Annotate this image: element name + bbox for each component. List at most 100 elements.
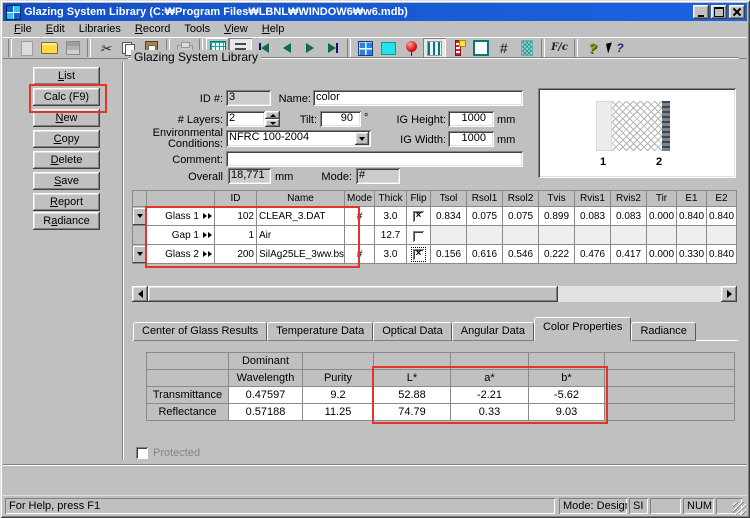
minimize-button[interactable] [693, 5, 709, 19]
name-field[interactable]: color [313, 90, 523, 106]
mode-field: # [356, 168, 400, 184]
toolbar-separator [8, 39, 12, 57]
toolbar-separator [574, 39, 578, 57]
id-field[interactable]: 3 [226, 90, 271, 106]
id-label: ID #: [161, 92, 223, 106]
scroll-right-button[interactable] [721, 286, 737, 302]
expander-icon[interactable] [202, 230, 212, 241]
toolbar-separator [541, 39, 545, 57]
toolbar-divider-button[interactable]: # [492, 38, 515, 58]
preview-label-2: 2 [656, 156, 662, 168]
new-button[interactable]: New [33, 109, 100, 127]
tab-color-properties[interactable]: Color Properties [534, 317, 631, 341]
expander-icon[interactable] [202, 211, 212, 222]
tilt-field[interactable]: 90 [320, 111, 361, 127]
up-arrow-icon [270, 114, 276, 117]
expander-icon[interactable] [202, 249, 212, 260]
overall-field: 18,771 [228, 168, 271, 184]
toolbar-temp-units-button[interactable]: F/c [548, 38, 571, 58]
list-button[interactable]: List [33, 67, 100, 85]
row-dropdown-button[interactable] [133, 246, 146, 263]
close-button[interactable] [729, 5, 745, 19]
protected-label: Protected [153, 446, 200, 460]
ig-width-field[interactable]: 1000 [448, 131, 494, 147]
mode-label: Mode: [318, 170, 352, 184]
menu-view[interactable]: View [217, 22, 255, 36]
glazing-layers-icon [427, 41, 442, 56]
toolbar-help-button[interactable]: ? [581, 38, 604, 58]
layers-grid-header: ID Name Mode Thick Flip Tsol Rsol1 Rsol2… [133, 191, 737, 207]
menu-libraries[interactable]: Libraries [72, 22, 128, 36]
close-icon [733, 8, 741, 16]
menu-help[interactable]: Help [255, 22, 292, 36]
ig-width-unit: mm [497, 133, 515, 147]
save-button[interactable]: Save [33, 172, 100, 190]
color-properties-table: Dominant Wavelength Purity L* a* b* Tran… [146, 352, 735, 421]
toolbar: ✂ # F/c ? ? [3, 37, 747, 59]
new-document-icon [21, 41, 33, 56]
status-panel-empty1 [650, 498, 681, 514]
thermometer-icon [455, 40, 461, 56]
toolbar-optics-button[interactable] [400, 38, 423, 58]
temp-units-icon: F/c [551, 43, 568, 53]
calc-button[interactable]: Calc (F9) [33, 88, 100, 106]
menu-tools[interactable]: Tools [177, 22, 217, 36]
tab-optical-data[interactable]: Optical Data [373, 322, 452, 341]
flip-checkbox[interactable] [413, 231, 424, 242]
window-title: Glazing System Library (C:₩Program Files… [24, 6, 693, 18]
report-button[interactable]: Report [33, 193, 100, 211]
scrollbar-track[interactable] [558, 286, 721, 302]
toolbar-context-help-button[interactable]: ? [604, 38, 627, 58]
toolbar-save-button[interactable] [61, 38, 84, 58]
toolbar-temperature-button[interactable] [446, 38, 469, 58]
tab-angular-data[interactable]: Angular Data [452, 322, 534, 341]
toolbar-next-record-button[interactable] [298, 38, 321, 58]
protected-checkbox[interactable] [136, 447, 148, 459]
flip-checkbox[interactable]: × [413, 211, 424, 222]
toolbar-cut-button[interactable]: ✂ [94, 38, 117, 58]
toolbar-new-button[interactable] [15, 38, 38, 58]
ig-height-field[interactable]: 1000 [448, 111, 494, 127]
menu-record[interactable]: Record [128, 22, 177, 36]
toolbar-prev-record-button[interactable] [275, 38, 298, 58]
menu-file[interactable]: File [7, 22, 39, 36]
resize-grip[interactable] [733, 502, 746, 515]
tab-center-of-glass-results[interactable]: Center of Glass Results [133, 322, 267, 341]
comment-label: Comment: [161, 153, 223, 167]
delete-button[interactable]: Delete [33, 151, 100, 169]
toolbar-open-button[interactable] [38, 38, 61, 58]
overall-unit: mm [275, 170, 293, 184]
preview-glass1 [596, 101, 612, 151]
env-label-line2: Conditions: [146, 137, 223, 151]
toolbar-shading-button[interactable] [515, 38, 538, 58]
layers-label: # Layers: [161, 113, 223, 127]
scrollbar-thumb[interactable] [148, 286, 558, 302]
env-conditions-dropdown[interactable]: NFRC 100-2004 [226, 130, 371, 147]
layers-grid: ID Name Mode Thick Flip Tsol Rsol1 Rsol2… [132, 190, 737, 264]
layers-field[interactable]: 2 [226, 111, 265, 127]
color-swatch-icon [381, 42, 396, 55]
toolbar-color-swatch-button[interactable] [377, 38, 400, 58]
toolbar-last-record-button[interactable] [321, 38, 344, 58]
layer-row-gap1: Gap 1 1 Air 12.7 [133, 226, 737, 245]
bottom-groove [3, 464, 747, 466]
radiance-button[interactable]: Radiance [33, 212, 100, 230]
stepper-down-button[interactable] [265, 119, 280, 127]
toolbar-tile-windows-button[interactable] [354, 38, 377, 58]
menu-edit[interactable]: Edit [39, 22, 72, 36]
flip-checkbox[interactable]: × [413, 249, 424, 260]
toolbar-frame-button[interactable] [469, 38, 492, 58]
maximize-icon [714, 7, 724, 17]
tab-radiance[interactable]: Radiance [631, 322, 695, 341]
dropdown-button[interactable] [355, 132, 369, 145]
row-dropdown-button[interactable] [133, 208, 146, 225]
nav-next-icon [306, 43, 314, 53]
toolbar-glazing-layers-button[interactable] [423, 38, 446, 58]
scroll-left-button[interactable] [132, 286, 148, 302]
comment-field[interactable] [226, 151, 523, 167]
tab-temperature-data[interactable]: Temperature Data [267, 322, 373, 341]
stepper-up-button[interactable] [265, 111, 280, 119]
maximize-button[interactable] [711, 5, 727, 19]
copy-button[interactable]: Copy [33, 130, 100, 148]
reflectance-row: Reflectance 0.57188 11.25 74.79 0.33 9.0… [147, 404, 735, 421]
